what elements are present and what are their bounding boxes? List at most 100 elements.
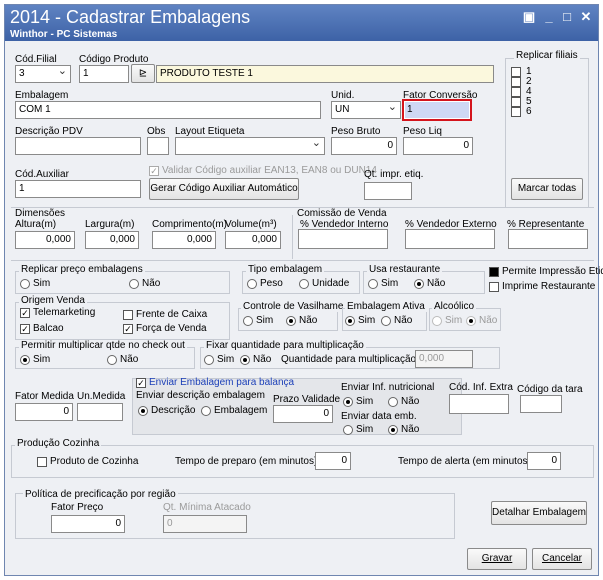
embalagem-input[interactable]: COM 1 — [15, 101, 321, 119]
restaurante-nao-label: Não — [427, 278, 446, 289]
cod-tara-input[interactable] — [520, 395, 562, 413]
enviar-balanca-checkbox[interactable] — [136, 378, 146, 388]
enviar-embalagem-radio[interactable] — [201, 406, 211, 416]
descricao-pdv-input[interactable] — [15, 137, 141, 155]
minimize-button[interactable]: _ — [541, 9, 557, 24]
fator-preco-label: Fator Preço — [51, 502, 104, 513]
tipo-embalagem-title: Tipo embalagem — [246, 264, 325, 275]
replicar-preco-sim-radio[interactable] — [20, 279, 30, 289]
data-emb-sim-radio[interactable] — [343, 425, 353, 435]
restaurante-nao-radio[interactable] — [414, 279, 424, 289]
ativa-nao-radio[interactable] — [381, 316, 391, 326]
layout-etiqueta-label: Layout Etiqueta — [175, 126, 245, 137]
vasilhame-sim-radio[interactable] — [243, 316, 253, 326]
largura-input[interactable]: 0,000 — [85, 231, 139, 249]
filial-checkbox-2[interactable] — [511, 77, 521, 87]
qt-impr-etiq-input[interactable] — [364, 182, 412, 200]
inf-nutricional-sim-radio[interactable] — [343, 397, 353, 407]
search-product-button[interactable]: ⊵ — [131, 64, 155, 83]
tempo-preparo-input[interactable]: 0 — [315, 452, 351, 470]
vasilhame-sim-label: Sim — [256, 315, 274, 326]
fixar-nao-radio[interactable] — [240, 355, 250, 365]
multiplicar-nao-radio[interactable] — [107, 355, 117, 365]
vendedor-externo-input[interactable] — [405, 229, 495, 249]
frente-caixa-checkbox[interactable] — [123, 310, 133, 320]
replicar-preco-sim-label: Sim — [33, 278, 51, 289]
maximize-button[interactable]: □ — [559, 9, 575, 24]
produto-description: PRODUTO TESTE 1 — [156, 65, 494, 83]
multiplicar-nao-label: Não — [120, 354, 139, 365]
replicar-filiais-label: Replicar filiais — [514, 50, 580, 61]
fixar-nao-label: Não — [253, 354, 272, 365]
restaurante-sim-radio[interactable] — [368, 279, 378, 289]
tipo-peso-radio[interactable] — [247, 279, 257, 289]
telemarketing-checkbox[interactable] — [20, 308, 30, 318]
permite-impressao-label: Permite Impressão Etiqueta — [502, 266, 603, 277]
un-medida-input[interactable] — [77, 403, 123, 421]
data-emb-sim-label: Sim — [356, 424, 374, 435]
detalhar-embalagem-button[interactable]: Detalhar Embalagem — [491, 501, 587, 525]
inf-nutricional-nao-radio[interactable] — [388, 397, 398, 407]
alcoolico-nao-label: Não — [479, 315, 498, 326]
filial-checkbox-1[interactable] — [511, 67, 521, 77]
gravar-button[interactable]: Gravar — [467, 548, 527, 570]
obs-label: Obs — [147, 126, 166, 137]
fator-conversao-input[interactable]: 1 — [405, 102, 469, 118]
filial-checkbox-4[interactable] — [511, 87, 521, 97]
fator-medida-input[interactable]: 0 — [15, 403, 73, 421]
prazo-validade-input[interactable]: 0 — [273, 405, 333, 423]
peso-liq-input[interactable]: 0 — [403, 137, 473, 155]
layout-etiqueta-select[interactable] — [175, 137, 325, 155]
multiplicar-sim-radio[interactable] — [20, 355, 30, 365]
qtd-multiplicacao-input: 0,000 — [415, 350, 473, 368]
permite-impressao-checkbox[interactable] — [489, 267, 499, 277]
ativa-sim-radio[interactable] — [345, 316, 355, 326]
restore-icon[interactable]: ▣ — [521, 9, 537, 25]
altura-label: Altura(m) — [15, 219, 57, 230]
embalagem-ativa-title: Embalagem Ativa — [345, 301, 427, 312]
volume-label: Volume(m³) — [225, 219, 277, 230]
tempo-alerta-input[interactable]: 0 — [527, 452, 561, 470]
divider — [11, 260, 594, 261]
altura-input[interactable]: 0,000 — [15, 231, 75, 249]
produto-cozinha-checkbox[interactable] — [37, 457, 47, 467]
restaurante-sim-label: Sim — [381, 278, 399, 289]
marcar-todas-button[interactable]: Marcar todas — [511, 178, 583, 200]
data-emb-nao-radio[interactable] — [388, 425, 398, 435]
volume-input[interactable]: 0,000 — [225, 231, 281, 249]
peso-bruto-input[interactable]: 0 — [331, 137, 397, 155]
unid-select[interactable]: UN — [331, 101, 401, 119]
comprimento-input[interactable]: 0,000 — [152, 231, 216, 249]
forca-venda-checkbox[interactable] — [123, 324, 133, 334]
cod-filial-select[interactable]: 3 — [15, 65, 71, 83]
balcao-checkbox[interactable] — [20, 324, 30, 334]
cod-produto-input[interactable]: 1 — [79, 65, 129, 83]
fator-preco-input[interactable]: 0 — [51, 515, 125, 533]
filial-checkbox-5[interactable] — [511, 97, 521, 107]
qt-impr-etiq-label: Qt. impr. etiq. — [364, 169, 424, 180]
producao-cozinha-title: Produção Cozinha — [15, 438, 102, 449]
vasilhame-nao-radio[interactable] — [286, 316, 296, 326]
vasilhame-title: Controle de Vasilhame — [241, 301, 346, 312]
cancelar-button[interactable]: Cancelar — [532, 548, 592, 570]
enviar-desc-label: Enviar descrição embalagem — [136, 390, 265, 401]
filial-checkbox-6[interactable] — [511, 107, 521, 117]
gerar-codigo-button[interactable]: Gerar Código Auxiliar Automático — [149, 178, 299, 200]
tipo-unidade-radio[interactable] — [299, 279, 309, 289]
fator-conversao-highlight: 1 — [402, 99, 472, 121]
peso-bruto-label: Peso Bruto — [331, 126, 381, 137]
close-button[interactable]: ✕ — [578, 9, 594, 25]
fixar-sim-radio[interactable] — [204, 355, 214, 365]
comprimento-label: Comprimento(m) — [152, 219, 228, 230]
obs-input[interactable] — [147, 137, 169, 155]
cod-auxiliar-input[interactable]: 1 — [15, 180, 141, 198]
representante-input[interactable] — [508, 229, 588, 249]
balcao-label: Balcao — [33, 323, 64, 334]
cod-inf-extra-input[interactable] — [449, 394, 509, 414]
imprime-restaurante-checkbox[interactable] — [489, 282, 499, 292]
vendedor-interno-input[interactable] — [298, 229, 388, 249]
enviar-descricao-radio[interactable] — [138, 406, 148, 416]
alcoolico-sim-label: Sim — [445, 315, 463, 326]
replicar-preco-nao-radio[interactable] — [129, 279, 139, 289]
title-bar: 2014 - Cadastrar Embalagens Winthor - PC… — [5, 5, 598, 41]
